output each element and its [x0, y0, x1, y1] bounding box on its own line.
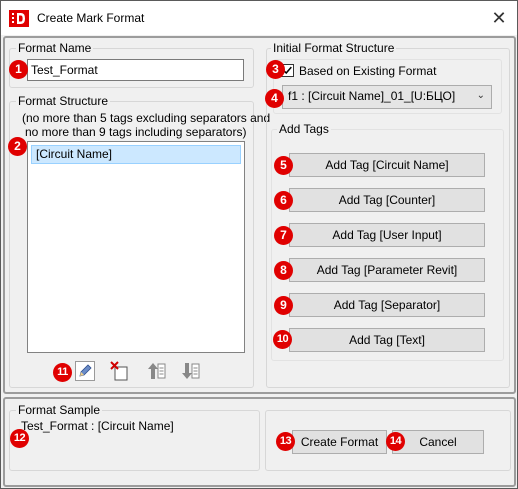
badge-6: 6: [274, 191, 293, 210]
badge-12: 12: [10, 429, 29, 448]
delete-tag-icon[interactable]: [110, 361, 130, 381]
initial-structure-label: Initial Format Structure: [271, 41, 397, 55]
cancel-button[interactable]: Cancel: [392, 430, 484, 454]
badge-8: 8: [274, 261, 293, 280]
add-tags-label: Add Tags: [277, 122, 331, 136]
badge-5: 5: [274, 156, 293, 175]
badge-7: 7: [274, 226, 293, 245]
badge-9: 9: [274, 296, 293, 315]
create-mark-format-dialog: Create Mark Format ✕ Format Name Test_Fo…: [0, 0, 518, 489]
badge-2: 2: [8, 137, 27, 156]
format-name-input[interactable]: Test_Format: [27, 59, 244, 81]
based-on-existing-label: Based on Existing Format: [299, 64, 437, 78]
add-tag-separator-button[interactable]: Add Tag [Separator]: [289, 293, 485, 317]
add-tag-circuit-name-button[interactable]: Add Tag [Circuit Name]: [289, 153, 485, 177]
format-structure-label: Format Structure: [16, 94, 111, 108]
window-title: Create Mark Format: [37, 11, 145, 25]
badge-4: 4: [265, 89, 284, 108]
badge-3: 3: [266, 60, 285, 79]
badge-14: 14: [386, 432, 405, 451]
format-sample-value: Test_Format : [Circuit Name]: [21, 419, 174, 433]
badge-10: 10: [273, 330, 292, 349]
format-sample-label: Format Sample: [16, 403, 103, 417]
add-tag-user-input-button[interactable]: Add Tag [User Input]: [289, 223, 485, 247]
format-name-label: Format Name: [16, 41, 94, 55]
badge-1: 1: [9, 60, 28, 79]
title-bar: Create Mark Format ✕: [1, 1, 517, 35]
badge-13: 13: [276, 432, 295, 451]
edit-pencil-icon[interactable]: [75, 361, 95, 381]
move-down-icon[interactable]: [181, 361, 201, 381]
structure-hint-line2: no more than 9 tags including separators…: [25, 125, 247, 139]
add-tag-counter-button[interactable]: Add Tag [Counter]: [289, 188, 485, 212]
app-logo-icon: [9, 10, 29, 27]
structure-list[interactable]: [Circuit Name]: [27, 141, 245, 353]
existing-format-value: f1 : [Circuit Name]_01_[U:БЦО]: [288, 89, 456, 103]
create-format-button[interactable]: Create Format: [292, 430, 387, 454]
close-button[interactable]: ✕: [487, 7, 511, 29]
add-tag-text-button[interactable]: Add Tag [Text]: [289, 328, 485, 352]
existing-format-select[interactable]: f1 : [Circuit Name]_01_[U:БЦО] ⌄: [282, 85, 492, 109]
list-item[interactable]: [Circuit Name]: [31, 145, 241, 164]
move-up-icon[interactable]: [147, 361, 167, 381]
chevron-down-icon: ⌄: [476, 90, 485, 101]
badge-11: 11: [53, 363, 72, 382]
add-tag-parameter-revit-button[interactable]: Add Tag [Parameter Revit]: [289, 258, 485, 282]
structure-hint-line1: (no more than 5 tags excluding separator…: [22, 111, 271, 125]
